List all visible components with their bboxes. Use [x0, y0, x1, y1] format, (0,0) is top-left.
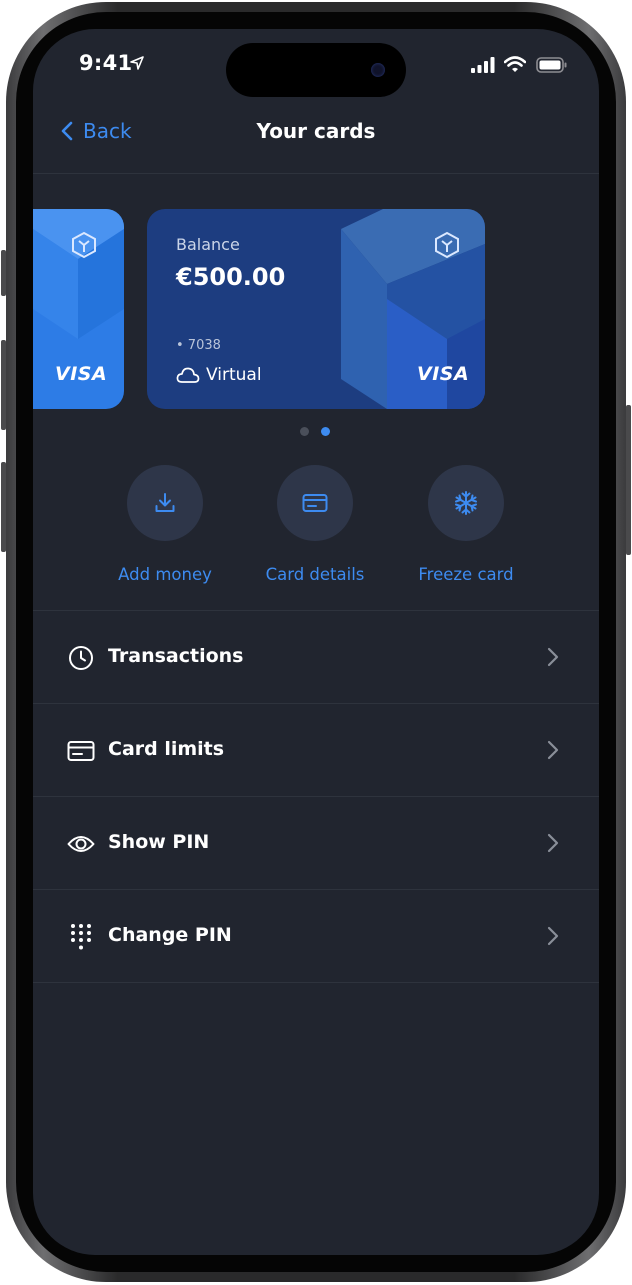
- card-limits-icon: [67, 737, 95, 765]
- card-previous[interactable]: VISA: [33, 209, 124, 409]
- balance-label: Balance: [176, 235, 240, 254]
- screen: 9:41 Back Your cards VISA Balance €500.0…: [33, 29, 599, 1255]
- volume-down-button: [1, 462, 6, 552]
- download-icon: [155, 493, 175, 512]
- chevron-right-icon: [547, 833, 559, 853]
- freeze-card-label: Freeze card: [418, 565, 514, 584]
- status-bar: 9:41: [33, 29, 599, 99]
- pager-dot-1[interactable]: [300, 427, 309, 436]
- page-title: Your cards: [256, 119, 376, 143]
- menu-item-show-pin[interactable]: Show PIN: [33, 796, 599, 889]
- battery-icon: [536, 57, 567, 73]
- menu-item-change-pin[interactable]: Change PIN: [33, 889, 599, 983]
- bank-logo-icon: [435, 231, 459, 259]
- card-icon: [302, 494, 328, 512]
- card-type-label: Virtual: [206, 365, 262, 385]
- freeze-card-button[interactable]: Freeze card: [396, 465, 536, 584]
- card-details-button[interactable]: Card details: [245, 465, 385, 584]
- card-pager: [300, 427, 330, 436]
- chevron-right-icon: [547, 647, 559, 667]
- menu-item-transactions[interactable]: Transactions: [33, 610, 599, 703]
- visa-logo: VISA: [417, 363, 470, 385]
- card-details-label: Card details: [265, 565, 365, 584]
- pager-dot-2[interactable]: [321, 427, 330, 436]
- silent-switch: [1, 250, 6, 296]
- card-number: • 7038: [176, 338, 221, 353]
- add-money-circle: [127, 465, 203, 541]
- menu-label-change-pin: Change PIN: [108, 924, 232, 946]
- card-details-circle: [277, 465, 353, 541]
- keypad-icon: [67, 923, 95, 951]
- menu-label-show-pin: Show PIN: [108, 831, 210, 853]
- menu-label-transactions: Transactions: [108, 645, 244, 667]
- card-type: Virtual: [176, 365, 262, 385]
- status-time: 9:41: [79, 51, 133, 75]
- clock-icon: [67, 644, 95, 672]
- volume-up-button: [1, 340, 6, 430]
- freeze-card-circle: [428, 465, 504, 541]
- add-money-label: Add money: [118, 565, 212, 584]
- card-virtual[interactable]: Balance €500.00 • 7038 Virtual VISA: [147, 209, 485, 409]
- cloud-icon: [176, 367, 200, 383]
- card-menu: Transactions Card limits Show PIN Change…: [33, 610, 599, 983]
- cellular-signal-icon: [471, 57, 495, 73]
- add-money-button[interactable]: Add money: [95, 465, 235, 584]
- camera-icon: [371, 63, 385, 77]
- snowflake-icon: [455, 491, 477, 515]
- menu-item-card-limits[interactable]: Card limits: [33, 703, 599, 796]
- wifi-icon: [504, 56, 526, 72]
- chevron-right-icon: [547, 926, 559, 946]
- chevron-right-icon: [547, 740, 559, 760]
- eye-icon: [67, 830, 95, 858]
- balance-value: €500.00: [176, 263, 286, 291]
- menu-label-card-limits: Card limits: [108, 738, 225, 760]
- navigation-bar: Back Your cards: [33, 99, 599, 174]
- visa-logo: VISA: [55, 363, 108, 385]
- power-button: [626, 405, 631, 555]
- bank-logo-icon: [72, 231, 96, 259]
- location-arrow-icon: [130, 56, 144, 70]
